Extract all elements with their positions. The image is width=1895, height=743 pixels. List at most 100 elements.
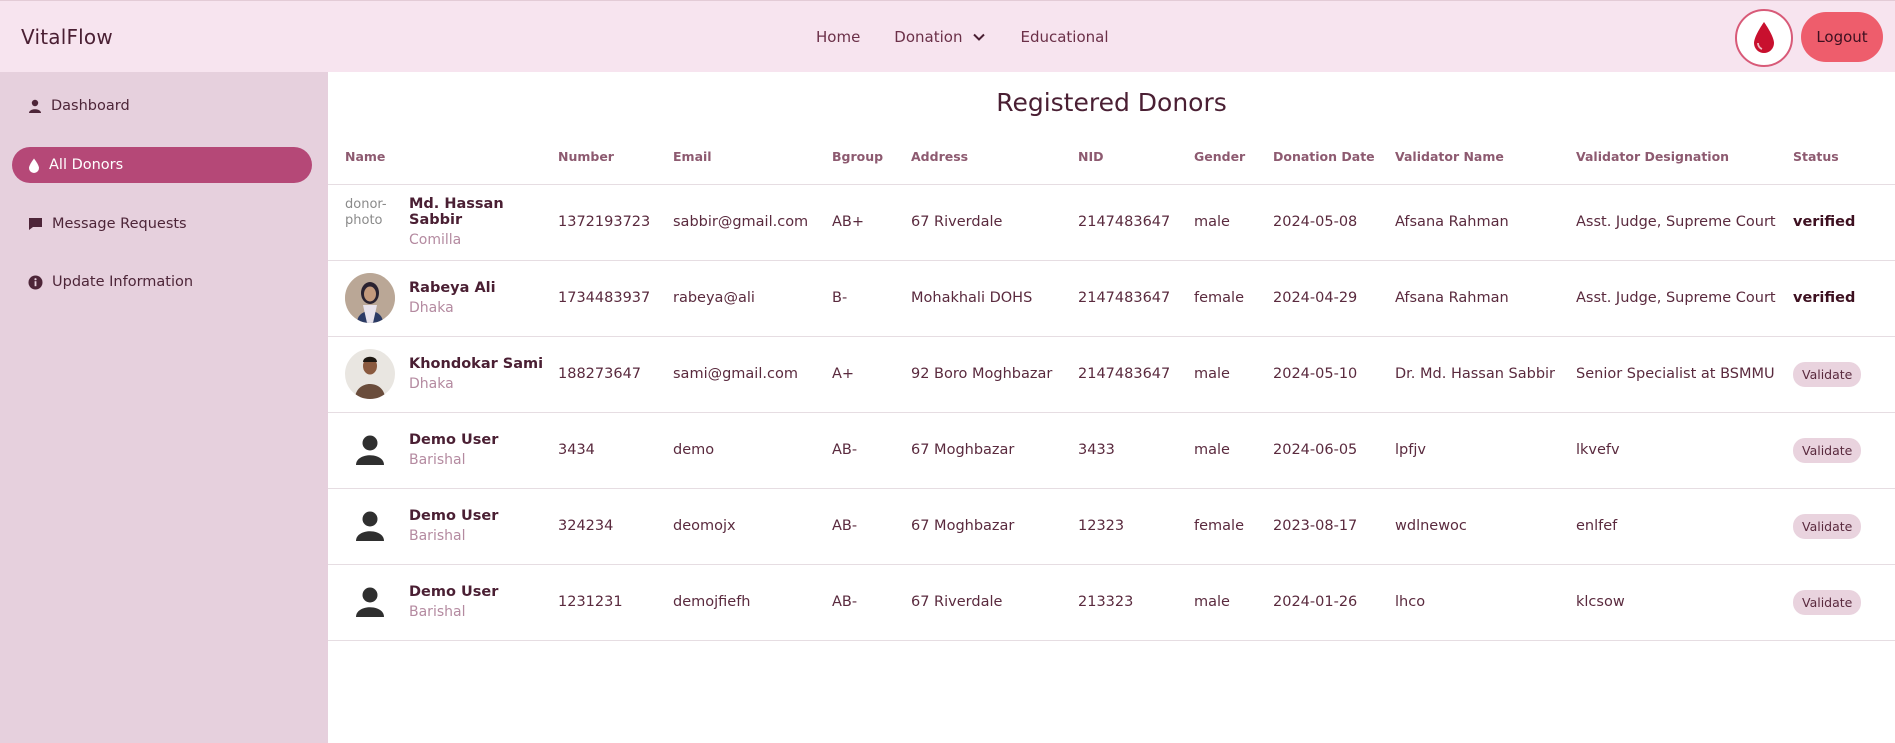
default-user-icon [356,435,384,465]
sidebar-item-label: Update Information [52,274,194,290]
table-row: Demo User Barishal 3434 demo AB- 67 Moghbazar… [328,412,1895,489]
donor-bgroup: AB- [832,564,911,641]
logout-button[interactable]: Logout [1801,12,1883,62]
column-header: Gender [1194,130,1273,185]
donor-bgroup: A+ [832,336,911,413]
donor-gender: male [1194,336,1273,413]
donor-number: 1734483937 [558,260,673,337]
donor-email: deomojx [673,488,832,565]
donor-city: Barishal [409,528,466,544]
donation-date: 2024-06-05 [1273,412,1395,489]
avatar [345,501,395,551]
donor-photo-icon [345,349,395,399]
nav-home-label: Home [816,28,861,46]
donor-gender: male [1194,564,1273,641]
user-icon [29,99,41,113]
donors-table: Name Number Email Bgroup Address NID Gender Don… [328,130,1895,641]
validator-name: Dr. Md. Hassan Sabbir [1395,336,1576,413]
status-cell: verified [1793,184,1895,261]
donation-date: 2023-08-17 [1273,488,1395,565]
brand-logo[interactable]: VitalFlow [21,25,113,49]
validator-designation: klcsow [1576,564,1793,641]
donor-name: Rabeya Ali [409,280,496,296]
donor-address: Mohakhali DOHS [911,260,1078,337]
avatar-alt-text: donor-photo [345,197,387,228]
main-content: Registered Donors Name Number Email Bgroup A… [328,72,1895,743]
donor-bgroup: AB- [832,488,911,565]
validate-button[interactable]: Validate [1793,513,1862,539]
donor-address: 67 Riverdale [911,564,1078,641]
column-header: Email [673,130,832,185]
validator-name: lpfjv [1395,412,1576,489]
sidebar-item-label: Message Requests [52,216,187,232]
donor-address: 67 Moghbazar [911,488,1078,565]
nav-educational[interactable]: Educational [1020,28,1108,46]
donor-gender: male [1194,184,1273,261]
validator-designation: Senior Specialist at BSMMU [1576,336,1793,413]
table-header-row: Name Number Email Bgroup Address NID Gender Don… [328,130,1895,185]
table-row: Rabeya Ali Dhaka 1734483937 rabeya@ali B- Moh… [328,260,1895,337]
donation-date: 2024-01-26 [1273,564,1395,641]
sidebar-item-message-requests[interactable]: Message Requests [12,206,312,242]
donor-nid: 2147483647 [1078,184,1194,261]
default-user-icon [356,587,384,617]
donor-city: Barishal [409,452,466,468]
status-cell: Validate [1793,564,1895,641]
nav-home[interactable]: Home [816,28,860,46]
validator-designation: lkvefv [1576,412,1793,489]
sidebar-item-all-donors[interactable]: All Donors [12,147,312,183]
status-verified: verified [1793,290,1856,306]
donor-name: Md. Hassan Sabbir [409,196,504,228]
validate-button[interactable]: Validate [1793,437,1862,463]
blood-drop-icon [1754,22,1774,53]
validate-button[interactable]: Validate [1793,361,1862,387]
sidebar: Dashboard All Donors Message Requests Up… [0,72,328,743]
donor-cell: Demo User Barishal [328,564,558,641]
avatar [345,273,395,323]
donor-city: Comilla [409,232,462,248]
validate-button[interactable]: Validate [1793,589,1862,615]
donor-nid: 3433 [1078,412,1194,489]
sidebar-item-update-information[interactable]: Update Information [12,264,312,300]
column-header: Number [558,130,673,185]
validator-name: Afsana Rahman [1395,260,1576,337]
page-title: Registered Donors [996,88,1227,117]
top-navbar: VitalFlow Home Donation Educational Logo… [0,0,1895,72]
donor-photo-icon [345,273,395,323]
column-header: Address [911,130,1078,185]
table-row: donor-photo Md. Hassan Sabbir Comilla 13721… [328,184,1895,261]
donor-number: 3434 [558,412,673,489]
column-header: Validator Name [1395,130,1576,185]
donor-bgroup: AB- [832,412,911,489]
donor-address: 67 Riverdale [911,184,1078,261]
nav-donation-dropdown[interactable]: Donation [894,28,986,46]
chevron-down-icon [973,33,986,41]
column-header: Name [328,130,558,185]
donation-date: 2024-05-08 [1273,184,1395,261]
sidebar-item-dashboard[interactable]: Dashboard [12,88,312,124]
donor-cell: Demo User Barishal [328,488,558,565]
donor-cell: donor-photo Md. Hassan Sabbir Comilla [328,184,558,261]
status-cell: Validate [1793,412,1895,489]
status-cell: Validate [1793,488,1895,565]
main-nav: Home Donation Educational [816,28,1143,46]
blood-drop-button[interactable] [1735,9,1793,67]
donor-gender: male [1194,412,1273,489]
donor-cell: Rabeya Ali Dhaka [328,260,558,337]
donor-email: demo [673,412,832,489]
message-icon [29,218,42,230]
column-header: NID [1078,130,1194,185]
avatar [345,425,395,475]
column-header: Validator Designation [1576,130,1793,185]
nav-donation-label: Donation [894,28,963,46]
donor-email: sami@gmail.com [673,336,832,413]
column-header: Bgroup [832,130,911,185]
donor-name: Demo User [409,432,499,448]
donor-nid: 2147483647 [1078,260,1194,337]
info-icon [28,275,43,289]
donor-number: 1372193723 [558,184,673,261]
donor-bgroup: B- [832,260,911,337]
donor-gender: female [1194,260,1273,337]
donor-email: demojfiefh [673,564,832,641]
table-row: Demo User Barishal 324234 deomojx AB- 67 Mogh… [328,488,1895,565]
